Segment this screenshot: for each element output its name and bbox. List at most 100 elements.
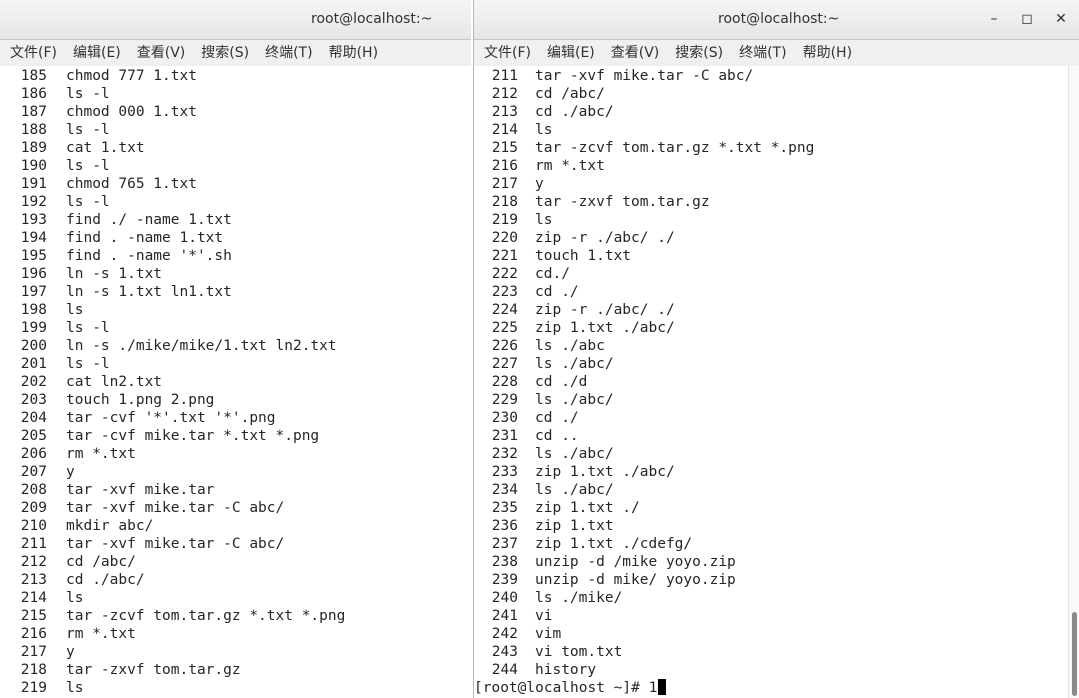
command-text: ls ./abc/ xyxy=(535,446,614,462)
line-number: 216 xyxy=(491,158,518,174)
history-line: 203 touch 1.png 2.png xyxy=(0,391,471,409)
menu-item[interactable]: 帮助(H) xyxy=(795,40,860,66)
terminal-window-left[interactable]: root@localhost:~ 文件(F) 编辑(E) 查看(V) 搜索(S) 终端(… xyxy=(0,0,471,698)
command-text: cd /abc/ xyxy=(535,86,605,102)
line-number: 223 xyxy=(491,284,518,300)
line-number: 203 xyxy=(20,392,47,408)
command-text: touch 1.png 2.png xyxy=(66,392,215,408)
command-text: zip 1.txt ./abc/ xyxy=(535,464,675,480)
menu-item[interactable]: 编辑(E) xyxy=(539,40,603,66)
history-list: 211 tar -xvf mike.tar -C abc/212 cd /abc/2… xyxy=(474,66,1079,679)
menu-item[interactable]: 搜索(S) xyxy=(193,40,257,66)
line-number: 214 xyxy=(491,122,518,138)
line-number: 190 xyxy=(20,158,47,174)
menu-item[interactable]: 查看(V) xyxy=(603,40,668,66)
line-number: 189 xyxy=(20,140,47,156)
window-title: root@localhost:~ xyxy=(311,11,433,27)
line-number: 228 xyxy=(491,374,518,390)
shell-prompt[interactable]: [root@localhost ~]# 1 xyxy=(474,679,1079,697)
history-line: 213 cd ./abc/ xyxy=(474,103,1079,121)
line-number: 215 xyxy=(20,608,47,624)
history-line: 212 cd /abc/ xyxy=(474,85,1079,103)
line-number: 242 xyxy=(491,626,518,642)
command-text: vi tom.txt xyxy=(535,644,623,660)
maximize-button[interactable]: ◻ xyxy=(1016,8,1038,30)
history-line: 209 tar -xvf mike.tar -C abc/ xyxy=(0,499,471,517)
history-line: 222 cd./ xyxy=(474,265,1079,283)
line-number: 231 xyxy=(491,428,518,444)
line-number: 213 xyxy=(20,572,47,588)
line-number: 240 xyxy=(491,590,518,606)
history-line: 236 zip 1.txt xyxy=(474,517,1079,535)
history-line: 225 zip 1.txt ./abc/ xyxy=(474,319,1079,337)
history-line: 213 cd ./abc/ xyxy=(0,571,471,589)
line-number: 222 xyxy=(491,266,518,282)
menu-bar: 文件(F) 编辑(E) 查看(V) 搜索(S) 终端(T) 帮助(H) xyxy=(0,40,471,67)
scrollbar-thumb[interactable] xyxy=(1072,612,1077,696)
history-line: 228 cd ./d xyxy=(474,373,1079,391)
history-line: 214 ls xyxy=(0,589,471,607)
menu-item[interactable]: 终端(T) xyxy=(731,40,794,66)
command-text: cd ./ xyxy=(535,410,579,426)
command-text: cd ./abc/ xyxy=(535,104,614,120)
line-number: 225 xyxy=(491,320,518,336)
line-number: 185 xyxy=(20,68,47,84)
command-text: y xyxy=(535,176,544,192)
command-text: ls ./abc/ xyxy=(535,392,614,408)
history-line: 214 ls xyxy=(474,121,1079,139)
terminal-output[interactable]: 211 tar -xvf mike.tar -C abc/212 cd /abc/2… xyxy=(474,66,1079,698)
terminal-output[interactable]: 185 chmod 777 1.txt 186 ls -l 187 chmod 000 1… xyxy=(0,66,471,698)
minimize-button[interactable]: – xyxy=(983,8,1005,30)
command-text: history xyxy=(535,662,597,678)
menu-item[interactable]: 文件(F) xyxy=(476,40,539,66)
title-bar[interactable]: root@localhost:~ xyxy=(0,0,471,40)
line-number: 224 xyxy=(491,302,518,318)
command-text: y xyxy=(66,464,75,480)
command-text: tar -cvf mike.tar *.txt *.png xyxy=(66,428,320,444)
command-text: cd./ xyxy=(535,266,570,282)
command-text: zip -r ./abc/ ./ xyxy=(535,230,675,246)
history-line: 243 vi tom.txt xyxy=(474,643,1079,661)
title-bar[interactable]: root@localhost:~ – ◻ ✕ xyxy=(474,0,1079,40)
history-line: 192 ls -l xyxy=(0,193,471,211)
menu-item[interactable]: 搜索(S) xyxy=(667,40,731,66)
command-text: cd /abc/ xyxy=(66,554,136,570)
command-text: ls -l xyxy=(66,122,110,138)
command-text: tar -cvf '*'.txt '*'.png xyxy=(66,410,276,426)
terminal-window-right[interactable]: root@localhost:~ – ◻ ✕ 文件(F) 编辑(E) 查看(V) 搜索… xyxy=(473,0,1079,698)
history-line: 216 rm *.txt xyxy=(0,625,471,643)
command-text: ls xyxy=(66,680,84,696)
line-number: 215 xyxy=(491,140,518,156)
line-number: 201 xyxy=(20,356,47,372)
menu-item[interactable]: 编辑(E) xyxy=(65,40,129,66)
history-line: 197 ln -s 1.txt ln1.txt xyxy=(0,283,471,301)
text-cursor xyxy=(658,679,667,695)
command-text: find ./ -name 1.txt xyxy=(66,212,232,228)
line-number: 241 xyxy=(491,608,518,624)
command-text: ls ./abc/ xyxy=(535,356,614,372)
scrollbar[interactable] xyxy=(1068,66,1079,698)
line-number: 218 xyxy=(20,662,47,678)
command-text: mkdir abc/ xyxy=(66,518,154,534)
command-text: ls xyxy=(66,302,84,318)
history-line: 224 zip -r ./abc/ ./ xyxy=(474,301,1079,319)
history-line: 208 tar -xvf mike.tar xyxy=(0,481,471,499)
line-number: 226 xyxy=(491,338,518,354)
history-line: 223 cd ./ xyxy=(474,283,1079,301)
line-number: 220 xyxy=(491,230,518,246)
command-text: zip 1.txt ./ xyxy=(535,500,640,516)
line-number: 218 xyxy=(491,194,518,210)
menu-item[interactable]: 帮助(H) xyxy=(321,40,386,66)
line-number: 210 xyxy=(20,518,47,534)
history-line: 199 ls -l xyxy=(0,319,471,337)
history-line: 218 tar -zxvf tom.tar.gz xyxy=(474,193,1079,211)
command-text: ls -l xyxy=(66,356,110,372)
menu-item[interactable]: 终端(T) xyxy=(257,40,320,66)
command-text: ls -l xyxy=(66,158,110,174)
command-text: cd .. xyxy=(535,428,579,444)
close-button[interactable]: ✕ xyxy=(1050,8,1072,30)
menu-item[interactable]: 查看(V) xyxy=(129,40,194,66)
menu-bar: 文件(F) 编辑(E) 查看(V) 搜索(S) 终端(T) 帮助(H) xyxy=(474,40,1079,67)
menu-item[interactable]: 文件(F) xyxy=(2,40,65,66)
command-text: vi xyxy=(535,608,553,624)
